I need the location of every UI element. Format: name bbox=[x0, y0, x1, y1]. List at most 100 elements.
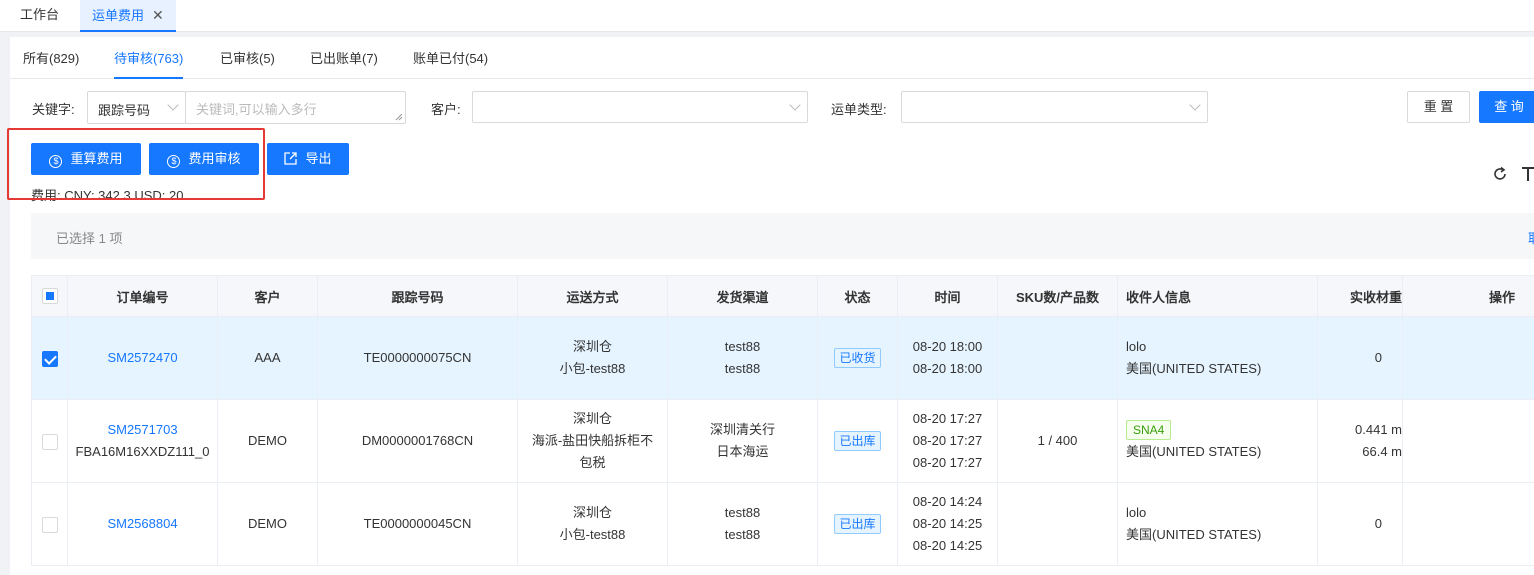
col-sku: SKU数/产品数 bbox=[997, 275, 1118, 317]
channel-line: test88 bbox=[724, 339, 761, 354]
shipping-line: 小包-test88 bbox=[559, 527, 626, 542]
order-link[interactable]: SM2571703 bbox=[68, 419, 217, 441]
tab-workbench[interactable]: 工作台 bbox=[8, 0, 71, 32]
shipping-line: 深圳仓 bbox=[572, 505, 612, 520]
time-line: 08-20 17:27 bbox=[912, 411, 983, 426]
status-cell: 已出库 bbox=[817, 482, 898, 566]
select-all-checkbox[interactable] bbox=[41, 288, 58, 305]
sku-cell: 1 / 400 bbox=[997, 399, 1118, 483]
customer-cell: DEMO bbox=[217, 399, 318, 483]
status-cell: 已收货 bbox=[817, 316, 898, 400]
table-header: 订单编号 客户 跟踪号码 运送方式 发货渠道 状态 时间 SKU数/产品数 收件… bbox=[31, 275, 1534, 317]
shipping-line: 小包-test88 bbox=[559, 361, 626, 376]
time-cell: 08-20 18:00 08-20 18:00 bbox=[897, 316, 998, 400]
time-cell: 08-20 14:24 08-20 14:25 08-20 14:25 bbox=[897, 482, 998, 566]
table-row[interactable]: SM2572470 AAA TE0000000075CN 深圳仓 小包-test8… bbox=[31, 316, 1534, 400]
shipping-cell: 深圳仓 小包-test88 bbox=[517, 316, 668, 400]
keyword-placeholder: 关键词,可以输入多行 bbox=[196, 102, 317, 117]
query-button[interactable]: 查 询 bbox=[1479, 91, 1534, 123]
channel-cell: test88 test88 bbox=[667, 482, 818, 566]
weight-line: 0.441 m bbox=[1355, 422, 1402, 437]
actions-cell bbox=[1402, 316, 1534, 400]
status-tabs: 所有(829) 待审核(763) 已审核(5) 已出账单(7) 账单已付(54) bbox=[10, 37, 1534, 79]
channel-line: test88 bbox=[724, 527, 761, 542]
reset-button[interactable]: 重 置 bbox=[1407, 91, 1470, 123]
col-customer: 客户 bbox=[217, 275, 318, 317]
recipient-line: lolo bbox=[1126, 505, 1147, 520]
actions-cell bbox=[1402, 482, 1534, 566]
col-recipient: 收件人信息 bbox=[1117, 275, 1318, 317]
col-actions: 操作 bbox=[1402, 275, 1534, 317]
order-link[interactable]: SM2572470 bbox=[68, 347, 217, 369]
order-link[interactable]: SM2568804 bbox=[68, 513, 217, 535]
chevron-down-icon bbox=[1189, 99, 1201, 111]
col-status: 状态 bbox=[817, 275, 898, 317]
shipping-cell: 深圳仓 海派-盐田快船拆柜不 包税 bbox=[517, 399, 668, 483]
customer-select[interactable] bbox=[472, 91, 808, 123]
col-channel: 发货渠道 bbox=[667, 275, 818, 317]
time-line: 08-20 14:25 bbox=[912, 516, 983, 531]
customer-cell: DEMO bbox=[217, 482, 318, 566]
status-badge: 已出库 bbox=[834, 431, 881, 451]
time-line: 08-20 14:24 bbox=[912, 494, 983, 509]
recipient-line: lolo bbox=[1126, 339, 1147, 354]
keyword-type-select[interactable]: 跟踪号码 bbox=[87, 91, 186, 124]
status-tab-pending[interactable]: 待审核(763) bbox=[114, 37, 184, 79]
time-line: 08-20 17:27 bbox=[912, 455, 983, 470]
chevron-down-icon bbox=[167, 99, 179, 111]
status-cell: 已出库 bbox=[817, 399, 898, 483]
table-row[interactable]: SM2571703 FBA16M16XXDZ111_0 DEMO DM000000… bbox=[31, 399, 1534, 483]
row-select-cell[interactable] bbox=[31, 482, 68, 566]
recipient-cell: lolo 美国(UNITED STATES) bbox=[1117, 316, 1318, 400]
refresh-icon[interactable] bbox=[1492, 166, 1508, 182]
status-tab-billed[interactable]: 已出账单(7) bbox=[310, 37, 378, 79]
tab-waybill-fees[interactable]: 运单费用 ✕ bbox=[80, 0, 176, 32]
button-label: 导出 bbox=[305, 151, 332, 166]
main-panel: 所有(829) 待审核(763) 已审核(5) 已出账单(7) 账单已付(54)… bbox=[7, 37, 1534, 575]
selection-count: 已选择 1 项 bbox=[56, 231, 123, 246]
keyword-input[interactable]: 关键词,可以输入多行 bbox=[185, 91, 406, 124]
row-checkbox[interactable] bbox=[41, 433, 58, 450]
recipient-line: 美国(UNITED STATES) bbox=[1126, 361, 1262, 376]
shipping-line: 深圳仓 bbox=[572, 411, 612, 426]
row-select-cell[interactable] bbox=[31, 316, 68, 400]
shipping-line: 海派-盐田快船拆柜不 bbox=[531, 433, 654, 448]
status-tab-all[interactable]: 所有(829) bbox=[23, 37, 79, 79]
channel-line: test88 bbox=[724, 361, 761, 376]
select-all-cell[interactable] bbox=[31, 275, 68, 317]
channel-cell: 深圳清关行 日本海运 bbox=[667, 399, 818, 483]
weight-line: 0 bbox=[1374, 350, 1382, 365]
weight-cell: 0 bbox=[1317, 482, 1403, 566]
row-checkbox[interactable] bbox=[41, 516, 58, 533]
selection-bar: 已选择 1 项 取 bbox=[31, 213, 1534, 259]
recipient-line: 美国(UNITED STATES) bbox=[1126, 527, 1262, 542]
top-tabbar: 工作台 运单费用 ✕ bbox=[0, 0, 1534, 32]
order-sub: FBA16M16XXDZ111_0 bbox=[75, 444, 210, 459]
waybill-table: 订单编号 客户 跟踪号码 运送方式 发货渠道 状态 时间 SKU数/产品数 收件… bbox=[31, 275, 1534, 566]
time-line: 08-20 17:27 bbox=[912, 433, 983, 448]
column-settings-icon[interactable] bbox=[1522, 164, 1534, 182]
export-button[interactable]: 导出 bbox=[267, 143, 349, 175]
weight-line: 66.4 m bbox=[1362, 444, 1402, 459]
channel-line: 深圳清关行 bbox=[709, 422, 775, 437]
status-tab-paid[interactable]: 账单已付(54) bbox=[413, 37, 488, 79]
recipient-line: 美国(UNITED STATES) bbox=[1126, 444, 1262, 459]
status-tab-audited[interactable]: 已审核(5) bbox=[220, 37, 275, 79]
cancel-selection-link[interactable]: 取 bbox=[1528, 228, 1534, 247]
channel-line: test88 bbox=[724, 505, 761, 520]
tracking-cell: TE0000000045CN bbox=[317, 482, 518, 566]
close-icon[interactable]: ✕ bbox=[152, 7, 164, 23]
recipient-cell: SNA4 美国(UNITED STATES) bbox=[1117, 399, 1318, 483]
resize-handle-icon[interactable] bbox=[395, 113, 403, 121]
waybill-type-select[interactable] bbox=[901, 91, 1208, 123]
col-tracking: 跟踪号码 bbox=[317, 275, 518, 317]
row-checkbox[interactable] bbox=[41, 350, 58, 367]
row-select-cell[interactable] bbox=[31, 399, 68, 483]
recipient-cell: lolo 美国(UNITED STATES) bbox=[1117, 482, 1318, 566]
weight-cell: 0 bbox=[1317, 316, 1403, 400]
status-badge: 已出库 bbox=[834, 514, 881, 534]
status-badge: 已收货 bbox=[834, 348, 881, 368]
time-cell: 08-20 17:27 08-20 17:27 08-20 17:27 bbox=[897, 399, 998, 483]
table-row[interactable]: SM2568804 DEMO TE0000000045CN 深圳仓小包-test… bbox=[31, 482, 1534, 566]
sku-cell bbox=[997, 316, 1118, 400]
